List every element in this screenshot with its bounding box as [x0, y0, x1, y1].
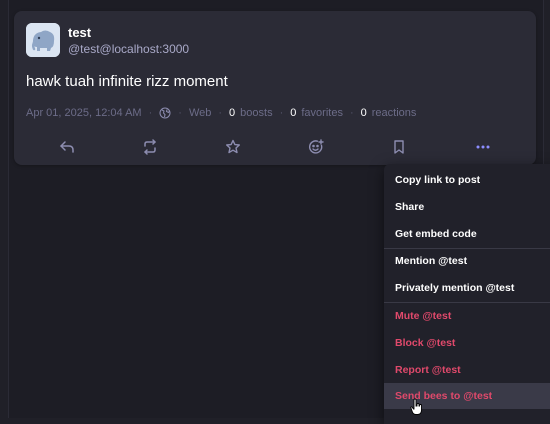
status-more-menu: Copy link to post Share Get embed code M… [384, 164, 550, 424]
menu-item-block[interactable]: Block @test [384, 330, 550, 356]
reactions-label[interactable]: reactions [372, 107, 417, 119]
boosts-label[interactable]: boosts [240, 107, 272, 119]
avatar[interactable] [26, 23, 60, 57]
separator-dot: · [148, 107, 153, 119]
favorites-label[interactable]: favorites [301, 107, 343, 119]
menu-item-mention[interactable]: Mention @test [384, 248, 550, 274]
separator-dot: · [349, 107, 354, 119]
application-name: Web [188, 107, 212, 119]
separator-dot: · [218, 107, 223, 119]
favorites-count[interactable]: 0 [290, 107, 296, 119]
more-icon[interactable] [471, 135, 495, 159]
hand-cursor-icon [410, 398, 423, 416]
status-card: test @test@localhost:3000 hawk tuah infi… [14, 11, 536, 165]
account-handle[interactable]: @test@localhost:3000 [68, 42, 189, 56]
menu-item-embed[interactable]: Get embed code [384, 221, 550, 247]
menu-item-share[interactable]: Share [384, 194, 550, 220]
status-timestamp[interactable]: Apr 01, 2025, 12:04 AM [26, 107, 142, 119]
status-content: hawk tuah infinite rizz moment [26, 73, 228, 90]
menu-item-report[interactable]: Report @test [384, 357, 550, 383]
reply-icon[interactable] [55, 135, 79, 159]
menu-item-mute[interactable]: Mute @test [384, 303, 550, 329]
globe-icon [159, 107, 171, 119]
display-name[interactable]: test [68, 25, 91, 40]
status-action-bar [14, 135, 536, 159]
separator-dot: · [178, 107, 182, 119]
menu-item-direct-mention[interactable]: Privately mention @test [384, 275, 550, 301]
emoji-reaction-icon[interactable] [304, 135, 328, 159]
separator-dot: · [279, 107, 284, 119]
menu-item-send-bees[interactable]: Send bees to @test [384, 383, 550, 409]
boost-icon[interactable] [138, 135, 162, 159]
status-meta: Apr 01, 2025, 12:04 AM · · Web · 0 boost… [26, 107, 416, 119]
bookmark-icon[interactable] [387, 135, 411, 159]
favorite-icon[interactable] [221, 135, 245, 159]
menu-item-copy-link[interactable]: Copy link to post [384, 167, 550, 193]
reactions-count[interactable]: 0 [361, 107, 367, 119]
boosts-count[interactable]: 0 [229, 107, 235, 119]
